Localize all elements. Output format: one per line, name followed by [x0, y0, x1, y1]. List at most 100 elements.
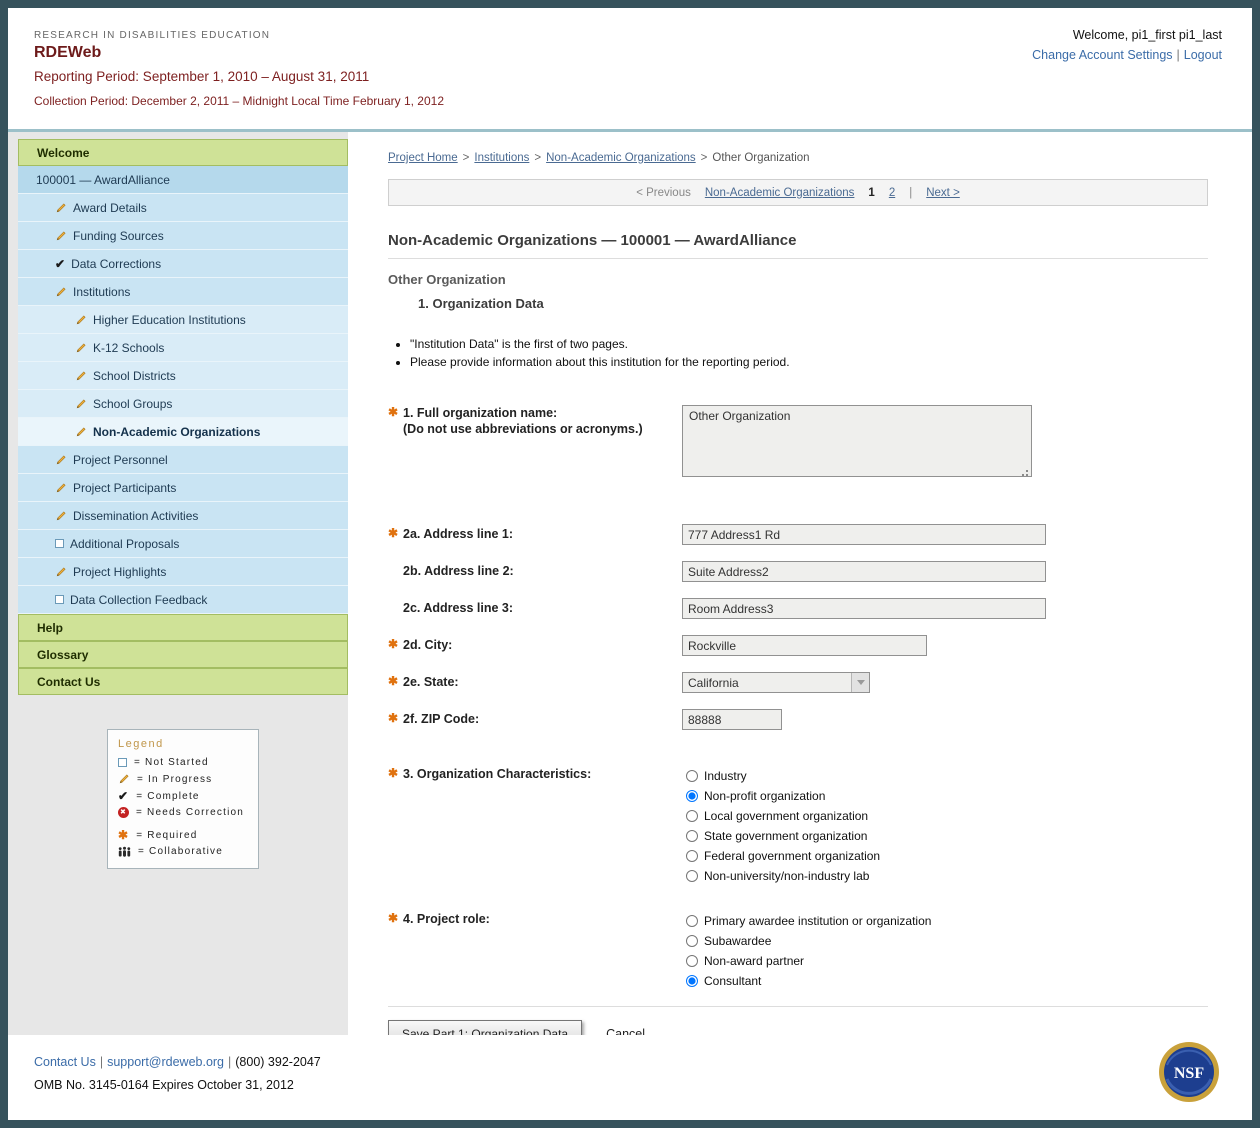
legend-complete: ✔ = Complete — [118, 790, 248, 802]
sidebar-item-label: Funding Sources — [73, 229, 164, 243]
sidebar-item-k12-schools[interactable]: K-12 Schools — [18, 334, 348, 362]
sidebar-item-school-groups[interactable]: School Groups — [18, 390, 348, 418]
footer-divider: | — [100, 1055, 103, 1069]
sidebar-item-higher-education-institutions[interactable]: Higher Education Institutions — [18, 306, 348, 334]
radio-option-state-government[interactable]: State government organization — [686, 826, 1208, 845]
pager-page-2[interactable]: 2 — [889, 187, 895, 199]
people-icon — [118, 846, 131, 857]
pencil-icon — [55, 510, 67, 522]
sidebar-item-data-corrections[interactable]: ✔ Data Corrections — [18, 250, 348, 278]
legend-collaborative: = Collaborative — [118, 846, 248, 857]
breadcrumb-project-home[interactable]: Project Home — [388, 152, 458, 164]
field-label: 2f. ZIP Code: — [403, 711, 479, 727]
field-address2-row: 2b. Address line 2: — [388, 561, 1208, 582]
breadcrumb-institutions[interactable]: Institutions — [474, 152, 529, 164]
radio-option-consultant[interactable]: Consultant — [686, 971, 1208, 990]
body: Welcome 100001 — AwardAlliance Award Det… — [8, 132, 1252, 1035]
radio-button[interactable] — [686, 850, 698, 862]
sidebar-item-label: School Districts — [93, 369, 176, 383]
radio-button[interactable] — [686, 810, 698, 822]
radio-button[interactable] — [686, 975, 698, 987]
radio-button[interactable] — [686, 830, 698, 842]
radio-option-non-university-lab[interactable]: Non-university/non-industry lab — [686, 866, 1208, 885]
sidebar-item-school-districts[interactable]: School Districts — [18, 362, 348, 390]
cancel-link[interactable]: Cancel — [606, 1027, 645, 1035]
sidebar-item-project-personnel[interactable]: Project Personnel — [18, 446, 348, 474]
sidebar-item-funding-sources[interactable]: Funding Sources — [18, 222, 348, 250]
field-label: 2c. Address line 3: — [403, 600, 513, 616]
sidebar-item-institutions[interactable]: Institutions — [18, 278, 348, 306]
section-title: 1. Organization Data — [418, 296, 1208, 311]
radio-option-non-profit[interactable]: Non-profit organization — [686, 786, 1208, 805]
resize-grip-icon[interactable] — [1026, 474, 1028, 476]
sidebar-item-label: Welcome — [37, 146, 89, 160]
sidebar-item-label: Data Collection Feedback — [70, 593, 207, 607]
page-title: Non-Academic Organizations — 100001 — Aw… — [388, 232, 1208, 259]
sidebar-item-label: Institutions — [73, 285, 130, 299]
radio-button[interactable] — [686, 870, 698, 882]
sidebar-item-non-academic-organizations[interactable]: Non-Academic Organizations — [18, 418, 348, 446]
sidebar-item-help[interactable]: Help — [18, 614, 348, 641]
breadcrumb-non-academic-organizations[interactable]: Non-Academic Organizations — [546, 152, 696, 164]
radio-button[interactable] — [686, 915, 698, 927]
field-zip-row: ✱ 2f. ZIP Code: — [388, 709, 1208, 730]
org-name-textarea[interactable]: Other Organization — [682, 405, 1032, 477]
radio-option-industry[interactable]: Industry — [686, 766, 1208, 785]
radio-label: Consultant — [704, 974, 761, 988]
field-address3-row: 2c. Address line 3: — [388, 598, 1208, 619]
pager-divider: | — [909, 187, 912, 199]
field-address1-row: ✱ 2a. Address line 1: — [388, 524, 1208, 545]
nsf-logo-icon: NSF — [1158, 1041, 1220, 1103]
instruction-item: "Institution Data" is the first of two p… — [410, 337, 1208, 351]
radio-button[interactable] — [686, 770, 698, 782]
sidebar-item-label: Help — [37, 621, 63, 635]
address3-input[interactable] — [682, 598, 1046, 619]
sidebar-item-glossary[interactable]: Glossary — [18, 641, 348, 668]
radio-option-subawardee[interactable]: Subawardee — [686, 931, 1208, 950]
pager-section-link[interactable]: Non-Academic Organizations — [705, 187, 855, 199]
sidebar-item-award-details[interactable]: Award Details — [18, 194, 348, 222]
radio-label: Federal government organization — [704, 849, 880, 863]
previous-link[interactable]: < Previous — [636, 187, 691, 199]
dropdown-arrow-icon[interactable] — [851, 673, 869, 692]
address2-input[interactable] — [682, 561, 1046, 582]
sidebar-item-label: Contact Us — [37, 675, 100, 689]
radio-button[interactable] — [686, 955, 698, 967]
city-input[interactable] — [682, 635, 927, 656]
footer-email-link[interactable]: support@rdeweb.org — [107, 1055, 224, 1069]
radio-button[interactable] — [686, 935, 698, 947]
logout-link[interactable]: Logout — [1184, 48, 1222, 62]
radio-label: Non-award partner — [704, 954, 804, 968]
legend-not-started: = Not Started — [118, 757, 248, 768]
pencil-icon — [75, 342, 87, 354]
sidebar-item-additional-proposals[interactable]: Additional Proposals — [18, 530, 348, 558]
footer-contact-line: Contact Us|support@rdeweb.org|(800) 392-… — [34, 1055, 1224, 1069]
pencil-icon — [75, 314, 87, 326]
sidebar-item-project-highlights[interactable]: Project Highlights — [18, 558, 348, 586]
address1-input[interactable] — [682, 524, 1046, 545]
sidebar-item-welcome[interactable]: Welcome — [18, 139, 348, 166]
sidebar: Welcome 100001 — AwardAlliance Award Det… — [8, 132, 348, 1035]
welcome-text: Welcome, pi1_first pi1_last — [1032, 28, 1222, 42]
radio-button[interactable] — [686, 790, 698, 802]
change-account-settings-link[interactable]: Change Account Settings — [1032, 48, 1172, 62]
footer-contact-us-link[interactable]: Contact Us — [34, 1055, 96, 1069]
radio-option-local-government[interactable]: Local government organization — [686, 806, 1208, 825]
sidebar-item-award[interactable]: 100001 — AwardAlliance — [18, 166, 348, 194]
zip-input[interactable] — [682, 709, 782, 730]
sidebar-item-contact-us[interactable]: Contact Us — [18, 668, 348, 695]
sidebar-item-project-participants[interactable]: Project Participants — [18, 474, 348, 502]
next-link[interactable]: Next > — [926, 187, 960, 199]
radio-option-federal-government[interactable]: Federal government organization — [686, 846, 1208, 865]
instruction-item: Please provide information about this in… — [410, 355, 1208, 369]
radio-option-primary-awardee[interactable]: Primary awardee institution or organizat… — [686, 911, 1208, 930]
nsf-logo-text: NSF — [1174, 1065, 1204, 1082]
sidebar-item-data-collection-feedback[interactable]: Data Collection Feedback — [18, 586, 348, 614]
state-selected-value: California — [688, 676, 739, 690]
header: RESEARCH IN DISABILITIES EDUCATION RDEWe… — [8, 8, 1252, 132]
state-select[interactable]: California — [682, 672, 870, 693]
radio-option-non-award-partner[interactable]: Non-award partner — [686, 951, 1208, 970]
breadcrumb-separator: > — [534, 152, 541, 164]
sidebar-item-dissemination-activities[interactable]: Dissemination Activities — [18, 502, 348, 530]
save-button[interactable]: Save Part 1: Organization Data — [388, 1020, 582, 1035]
